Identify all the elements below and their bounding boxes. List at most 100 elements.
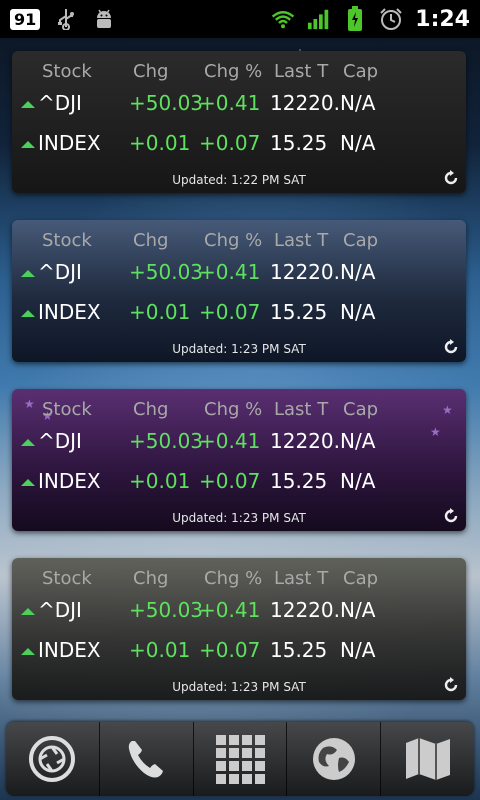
updated-label: Updated: <box>172 680 228 694</box>
header-chg: Chg <box>133 568 169 589</box>
header-chg-pct: Chg % <box>204 568 263 589</box>
camera-button[interactable] <box>6 722 100 796</box>
wifi-icon <box>271 7 295 31</box>
table-row[interactable]: ^DJI +50.03 +0.41 12220. N/A <box>12 598 466 628</box>
header-stock: Stock <box>42 230 92 251</box>
market-cap: N/A <box>340 260 376 284</box>
phone-icon <box>128 741 164 778</box>
market-cap: N/A <box>340 91 376 115</box>
last-trade: 12220. <box>270 598 340 622</box>
alarm-icon <box>379 7 403 31</box>
table-row[interactable]: ^DJI +50.03 +0.41 12220. N/A <box>12 429 466 459</box>
change-value: +50.03 <box>129 598 204 622</box>
app-drawer-button[interactable] <box>194 722 288 796</box>
stock-widget-purple[interactable]: ★ ★ ★ ★ Stock Chg Chg % Last T Cap ^DJI … <box>12 389 466 531</box>
stock-symbol: INDEX <box>38 300 101 324</box>
market-cap: N/A <box>340 300 376 324</box>
refresh-icon[interactable] <box>442 507 460 525</box>
launcher-dock <box>6 722 474 796</box>
change-value: +50.03 <box>129 91 204 115</box>
header-stock: Stock <box>42 61 92 82</box>
refresh-icon[interactable] <box>442 676 460 694</box>
refresh-icon[interactable] <box>442 169 460 187</box>
updated-time: 1:22 PM SAT <box>231 173 306 187</box>
up-arrow-icon <box>21 101 35 108</box>
header-row: Stock Chg Chg % Last T Cap <box>12 568 466 598</box>
android-debug-icon <box>92 7 116 31</box>
header-stock: Stock <box>42 568 92 589</box>
header-stock: Stock <box>42 399 92 420</box>
change-value: +50.03 <box>129 429 204 453</box>
change-value: +0.01 <box>129 638 191 662</box>
up-arrow-icon <box>21 270 35 277</box>
change-percent: +0.41 <box>199 429 261 453</box>
phone-button[interactable] <box>100 722 194 796</box>
stock-symbol: INDEX <box>38 638 101 662</box>
header-cap: Cap <box>343 568 379 589</box>
last-trade: 15.25 <box>270 469 328 493</box>
header-last: Last T <box>274 230 329 251</box>
stock-symbol: INDEX <box>38 131 101 155</box>
up-arrow-icon <box>21 608 35 615</box>
updated-time: 1:23 PM SAT <box>231 342 306 356</box>
updated-timestamp: Updated: 1:23 PM SAT <box>12 342 466 356</box>
change-percent: +0.07 <box>199 469 261 493</box>
camera-icon <box>29 736 76 782</box>
table-row[interactable]: INDEX +0.01 +0.07 15.25 N/A <box>12 469 466 499</box>
header-row: Stock Chg Chg % Last T Cap <box>12 399 466 429</box>
stock-widget-blue[interactable]: Stock Chg Chg % Last T Cap ^DJI +50.03 +… <box>12 220 466 362</box>
change-value: +0.01 <box>129 131 191 155</box>
maps-button[interactable] <box>381 722 474 796</box>
updated-label: Updated: <box>172 511 228 525</box>
stock-symbol: ^DJI <box>38 429 82 453</box>
browser-button[interactable] <box>287 722 382 796</box>
change-value: +50.03 <box>129 260 204 284</box>
last-trade: 15.25 <box>270 638 328 662</box>
header-row: Stock Chg Chg % Last T Cap <box>12 230 466 260</box>
table-row[interactable]: ^DJI +50.03 +0.41 12220. N/A <box>12 260 466 290</box>
change-percent: +0.41 <box>199 598 261 622</box>
change-percent: +0.41 <box>199 91 261 115</box>
market-cap: N/A <box>340 638 376 662</box>
header-cap: Cap <box>343 61 379 82</box>
refresh-icon[interactable] <box>442 338 460 356</box>
stock-symbol: ^DJI <box>38 598 82 622</box>
stock-widget-translucent[interactable]: Stock Chg Chg % Last T Cap ^DJI +50.03 +… <box>12 558 466 700</box>
header-last: Last T <box>274 568 329 589</box>
header-chg-pct: Chg % <box>204 61 263 82</box>
app-drawer-icon <box>215 735 265 784</box>
header-row: Stock Chg Chg % Last T Cap <box>12 61 466 91</box>
table-row[interactable]: INDEX +0.01 +0.07 15.25 N/A <box>12 300 466 330</box>
table-row[interactable]: INDEX +0.01 +0.07 15.25 N/A <box>12 638 466 668</box>
header-chg-pct: Chg % <box>204 399 263 420</box>
up-arrow-icon <box>21 439 35 446</box>
header-chg: Chg <box>133 61 169 82</box>
header-chg: Chg <box>133 230 169 251</box>
up-arrow-icon <box>21 141 35 148</box>
notification-count-badge[interactable]: 91 <box>10 8 41 30</box>
header-chg: Chg <box>133 399 169 420</box>
last-trade: 12220. <box>270 91 340 115</box>
market-cap: N/A <box>340 131 376 155</box>
market-cap: N/A <box>340 469 376 493</box>
change-percent: +0.41 <box>199 260 261 284</box>
change-value: +0.01 <box>129 300 191 324</box>
stock-widget-black[interactable]: Stock Chg Chg % Last T Cap ^DJI +50.03 +… <box>12 51 466 193</box>
last-trade: 15.25 <box>270 300 328 324</box>
updated-label: Updated: <box>172 173 228 187</box>
usb-icon <box>54 7 78 31</box>
up-arrow-icon <box>21 479 35 486</box>
stock-symbol: INDEX <box>38 469 101 493</box>
updated-time: 1:23 PM SAT <box>231 680 306 694</box>
table-row[interactable]: ^DJI +50.03 +0.41 12220. N/A <box>12 91 466 121</box>
last-trade: 12220. <box>270 429 340 453</box>
updated-time: 1:23 PM SAT <box>231 511 306 525</box>
table-row[interactable]: INDEX +0.01 +0.07 15.25 N/A <box>12 131 466 161</box>
browser-icon <box>312 738 355 780</box>
stock-symbol: ^DJI <box>38 260 82 284</box>
header-chg-pct: Chg % <box>204 230 263 251</box>
signal-icon <box>307 7 331 31</box>
stock-symbol: ^DJI <box>38 91 82 115</box>
change-value: +0.01 <box>129 469 191 493</box>
header-last: Last T <box>274 399 329 420</box>
